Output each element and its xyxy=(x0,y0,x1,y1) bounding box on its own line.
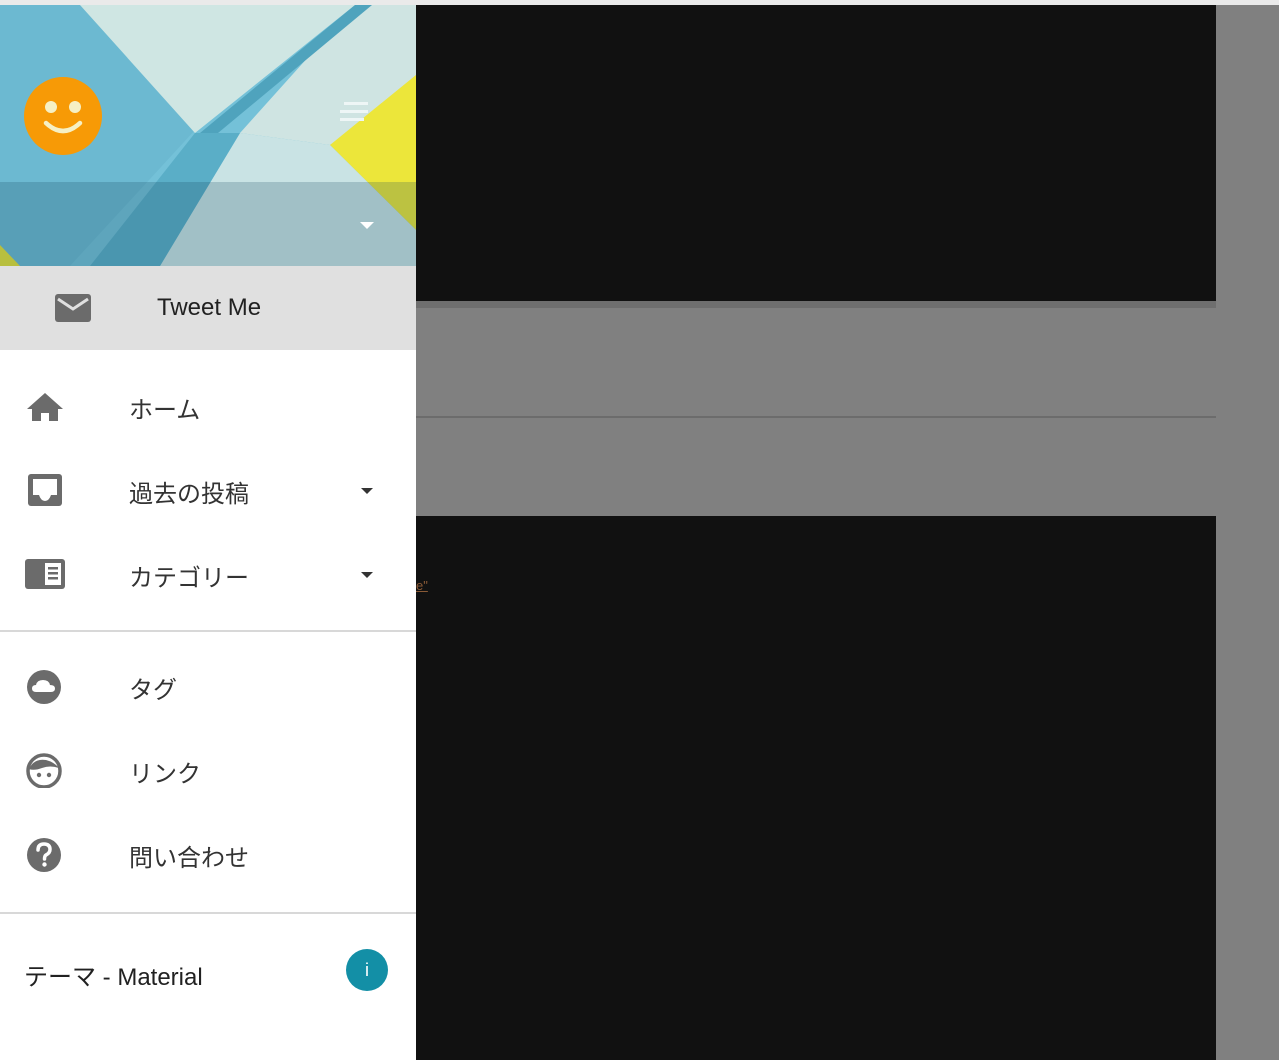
drawer-header xyxy=(0,5,416,266)
nav-item-archives[interactable]: 過去の投稿 xyxy=(0,448,416,532)
smiley-face-icon xyxy=(43,101,83,134)
arrow-drop-down-icon xyxy=(360,222,374,229)
tweet-me-label: Tweet Me xyxy=(157,294,262,321)
inbox-icon xyxy=(28,474,62,506)
background-link-fragment: e" xyxy=(416,578,428,593)
arrow-drop-down-icon[interactable] xyxy=(356,484,378,498)
help-icon xyxy=(27,838,61,872)
chrome-reader-mode-icon xyxy=(25,559,65,589)
home-icon xyxy=(27,393,63,421)
background-divider xyxy=(416,416,1216,418)
face-icon xyxy=(26,753,62,788)
background-content-block xyxy=(416,516,1216,1060)
avatar[interactable] xyxy=(24,77,102,155)
nav-item-categories[interactable]: カテゴリー xyxy=(0,532,416,616)
nav-item-tags[interactable]: タグ xyxy=(0,644,416,728)
nav-item-label: カテゴリー xyxy=(129,565,249,592)
account-dropdown-button[interactable] xyxy=(352,213,382,239)
hamburger-menu-icon xyxy=(340,102,368,121)
tweet-me-item[interactable]: Tweet Me xyxy=(0,266,416,350)
theme-label: テーマ - Material xyxy=(24,964,203,991)
nav-item-label: リンク xyxy=(129,761,201,788)
background-hero-block xyxy=(416,5,1216,301)
cloud-icon xyxy=(27,670,61,704)
navigation-drawer: Tweet Me ホーム 過去の投稿 カテゴリー タグ リンク 問い合わせ テー… xyxy=(0,5,416,1060)
section-divider xyxy=(0,912,416,914)
nav-item-label: ホーム xyxy=(129,397,201,424)
mail-icon xyxy=(55,294,91,322)
nav-item-label: 過去の投稿 xyxy=(129,481,249,508)
nav-item-contact[interactable]: 問い合わせ xyxy=(0,812,416,896)
theme-row: テーマ - Material i xyxy=(0,935,416,1005)
arrow-drop-down-icon[interactable] xyxy=(356,568,378,582)
header-menu-button[interactable] xyxy=(336,101,372,123)
nav-item-label: 問い合わせ xyxy=(129,845,249,872)
background-shadow xyxy=(416,301,1216,308)
info-badge-button[interactable]: i xyxy=(346,949,388,991)
section-divider xyxy=(0,630,416,632)
nav-item-links[interactable]: リンク xyxy=(0,728,416,812)
nav-item-label: タグ xyxy=(129,677,177,704)
nav-item-home[interactable]: ホーム xyxy=(0,364,416,448)
